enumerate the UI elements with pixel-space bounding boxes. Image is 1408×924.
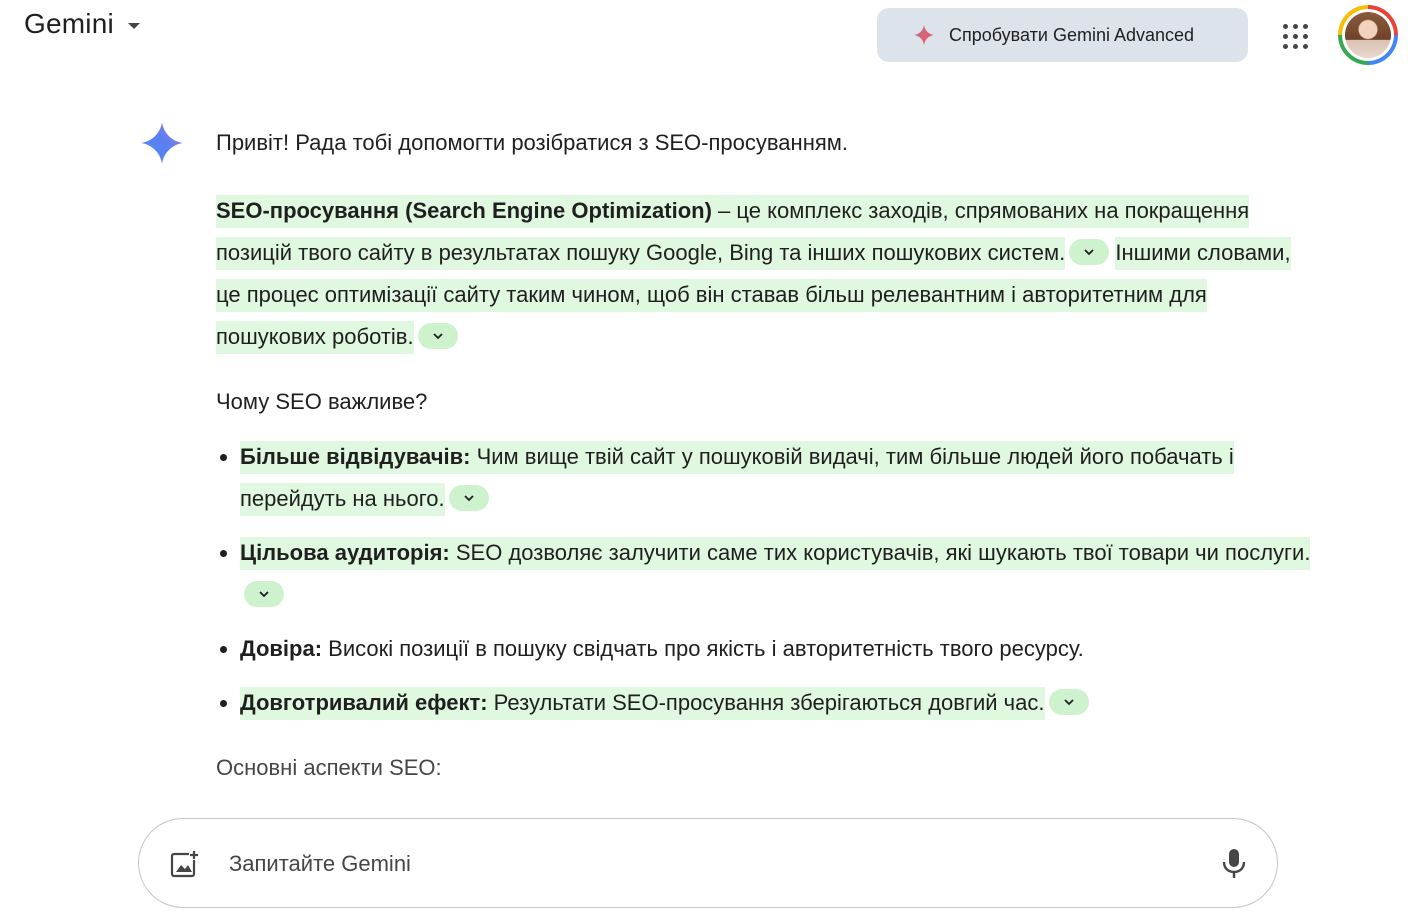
prompt-bar bbox=[138, 818, 1278, 908]
add-image-icon[interactable] bbox=[169, 849, 199, 879]
expand-source-button[interactable] bbox=[244, 581, 284, 608]
list-item: Довготривалий ефект: Результати SEO-прос… bbox=[220, 682, 1320, 724]
try-advanced-button[interactable]: Спробувати Gemini Advanced bbox=[877, 8, 1248, 62]
try-advanced-label: Спробувати Gemini Advanced bbox=[949, 24, 1195, 45]
caret-down-icon bbox=[127, 23, 140, 29]
sparkle-icon bbox=[913, 24, 935, 46]
chevron-down-icon bbox=[432, 333, 443, 340]
avatar[interactable] bbox=[1338, 5, 1398, 65]
model-switcher[interactable]: Gemini bbox=[24, 8, 140, 40]
response-intro: Привіт! Рада тобі допомогти розібратися … bbox=[216, 130, 848, 155]
definition-paragraph: SEO-просування (Search Engine Optimizati… bbox=[216, 190, 1296, 358]
brand-name: Gemini bbox=[24, 8, 114, 39]
avatar-photo bbox=[1345, 12, 1391, 58]
chevron-down-icon bbox=[259, 591, 269, 598]
microphone-icon[interactable] bbox=[1219, 847, 1249, 881]
list-item: Цільова аудиторія: SEO дозволяє залучити… bbox=[220, 532, 1320, 616]
chevron-down-icon bbox=[1063, 699, 1074, 706]
definition-term: SEO-просування (Search Engine Optimizati… bbox=[216, 198, 712, 223]
list-item: Більше відвідувачів: Чим вище твій сайт … bbox=[220, 436, 1320, 520]
chevron-down-icon bbox=[1084, 249, 1094, 256]
expand-source-button[interactable] bbox=[417, 323, 458, 350]
expand-source-button[interactable] bbox=[448, 485, 489, 512]
prompt-input[interactable] bbox=[227, 843, 1191, 885]
section-heading-aspects: Основні аспекти SEO: bbox=[216, 755, 442, 780]
expand-source-button[interactable] bbox=[1069, 239, 1110, 266]
benefits-list: Більше відвідувачів: Чим вище твій сайт … bbox=[216, 436, 1320, 736]
apps-grid-icon[interactable] bbox=[1281, 22, 1311, 52]
chevron-down-icon bbox=[464, 495, 474, 502]
section-heading-why: Чому SEO важливе? bbox=[216, 389, 428, 414]
expand-source-button[interactable] bbox=[1048, 689, 1089, 716]
list-item: Довіра: Високі позиції в пошуку свідчать… bbox=[220, 628, 1320, 670]
gemini-sparkle-icon bbox=[141, 122, 183, 164]
